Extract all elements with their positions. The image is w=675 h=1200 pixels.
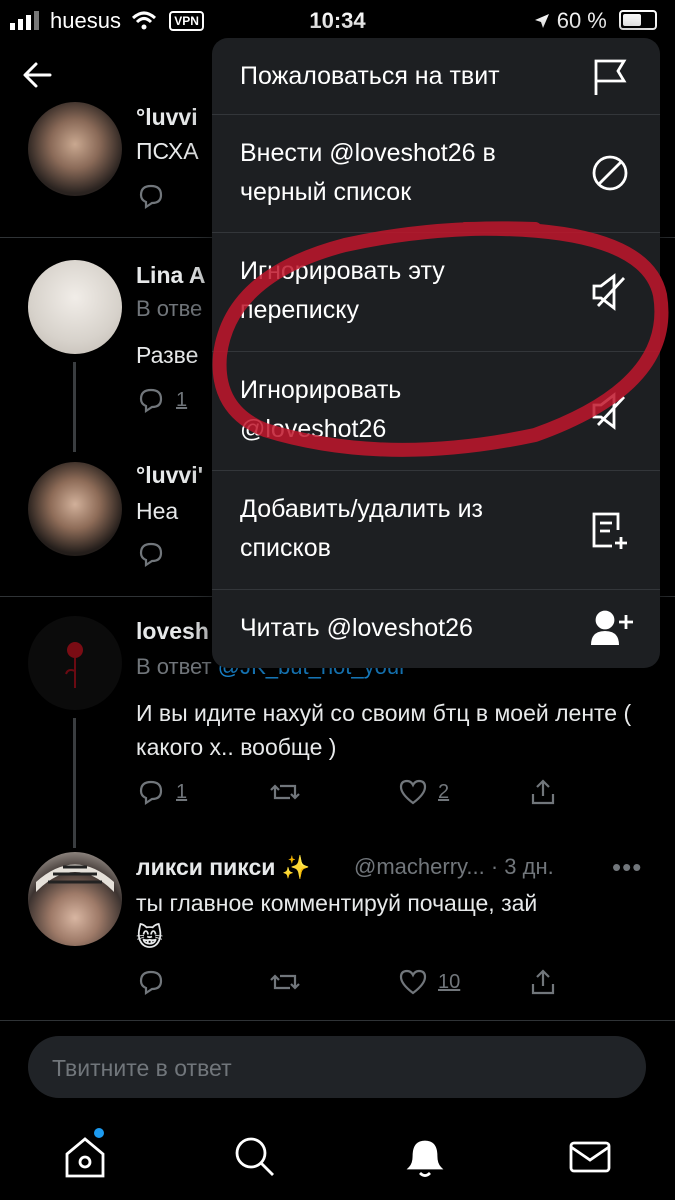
share-button[interactable] <box>528 778 558 806</box>
menu-item-follow[interactable]: Читать @loveshot26 <box>212 589 660 668</box>
notification-dot <box>94 1128 104 1138</box>
reply-icon <box>139 780 163 806</box>
reply-icon <box>139 970 163 996</box>
bottom-tab-bar <box>0 1120 675 1200</box>
share-icon <box>531 969 555 995</box>
mail-icon[interactable] <box>565 1132 615 1182</box>
heart-icon <box>399 779 427 805</box>
tweet-meta: @macherry... · 3 дн. <box>354 854 554 880</box>
divider <box>0 1020 675 1021</box>
reply-count: 1 <box>176 388 188 411</box>
bell-icon[interactable] <box>400 1132 450 1182</box>
avatar[interactable] <box>28 102 122 196</box>
battery-status: 60 % <box>533 8 657 34</box>
tweet-author-name[interactable]: Lina A <box>136 262 205 289</box>
avatar[interactable] <box>28 462 122 556</box>
avatar[interactable] <box>28 616 122 710</box>
menu-item-report[interactable]: Пожаловаться на твит <box>212 38 660 115</box>
tweet-handle: @macherry... <box>354 854 485 879</box>
retweet-button[interactable] <box>268 778 302 806</box>
list-add-icon <box>590 510 630 550</box>
retweet-button[interactable] <box>268 968 302 996</box>
back-arrow-icon[interactable] <box>18 55 58 95</box>
reply-icon <box>139 542 163 568</box>
reply-icon <box>139 388 163 414</box>
like-button[interactable]: 10 <box>398 968 460 996</box>
tweet-time: · 3 дн. <box>490 854 554 879</box>
avatar[interactable] <box>28 260 122 354</box>
reply-button[interactable]: 1 <box>136 778 187 806</box>
tweet-author-name[interactable]: °luvvi <box>136 104 198 131</box>
tweet-text: И вы идите нахуй со своим бтц в моей лен… <box>136 700 632 760</box>
flag-icon <box>590 57 630 97</box>
avatar[interactable] <box>28 852 122 946</box>
tweet-author-name[interactable]: lovesh <box>136 618 209 645</box>
like-button[interactable]: 2 <box>398 778 449 806</box>
tweet-text: Разве <box>136 342 199 368</box>
reply-button[interactable] <box>136 182 166 210</box>
reply-button[interactable] <box>136 540 166 568</box>
reply-input[interactable] <box>50 1036 614 1100</box>
like-count: 10 <box>438 970 461 993</box>
search-icon[interactable] <box>230 1132 280 1182</box>
like-count: 2 <box>438 780 450 803</box>
menu-item-label: Пожаловаться на твит <box>240 62 500 90</box>
reply-context: В отве <box>136 296 203 321</box>
tweet-author-name[interactable]: °luvvi' <box>136 462 203 489</box>
retweet-icon <box>270 974 300 990</box>
heart-icon <box>399 969 427 995</box>
menu-item-label: Добавить/удалить из списков <box>240 495 483 562</box>
menu-item-label: Внести @loveshot26 в черный список <box>240 139 496 206</box>
reply-button[interactable] <box>136 968 166 996</box>
tweet-text: Неа <box>136 498 179 524</box>
retweet-icon <box>270 784 300 800</box>
location-icon <box>534 14 549 28</box>
more-options-icon[interactable]: ••• <box>612 852 642 883</box>
block-icon <box>590 153 630 193</box>
thread-line <box>73 718 76 848</box>
battery-icon <box>619 10 657 30</box>
reply-composer[interactable] <box>28 1036 646 1100</box>
reply-count: 1 <box>176 780 188 803</box>
share-button[interactable] <box>528 968 558 996</box>
tweet-author-name[interactable]: ликси пикси ✨ <box>136 854 310 881</box>
annotation-circle <box>212 221 669 457</box>
follow-icon <box>590 609 633 649</box>
rose-icon <box>65 642 83 688</box>
home-icon[interactable] <box>60 1128 110 1182</box>
checkered-hat-icon <box>36 864 114 892</box>
cat-emoji: 😸 <box>136 922 164 952</box>
tweet-text: ты главное комментируй почаще, зай 😸 <box>136 890 538 952</box>
menu-item-label: Читать @loveshot26 <box>240 614 473 642</box>
status-bar: huesus VPN 10:34 60 % <box>0 0 675 40</box>
share-icon <box>531 779 555 805</box>
reply-button[interactable]: 1 <box>136 386 187 414</box>
sparkles-emoji: ✨ <box>281 854 311 880</box>
reply-icon <box>139 184 163 210</box>
thread-line <box>73 362 76 452</box>
tweet-text: ПСХА <box>136 138 199 164</box>
menu-item-lists[interactable]: Добавить/удалить из списков <box>212 470 660 590</box>
